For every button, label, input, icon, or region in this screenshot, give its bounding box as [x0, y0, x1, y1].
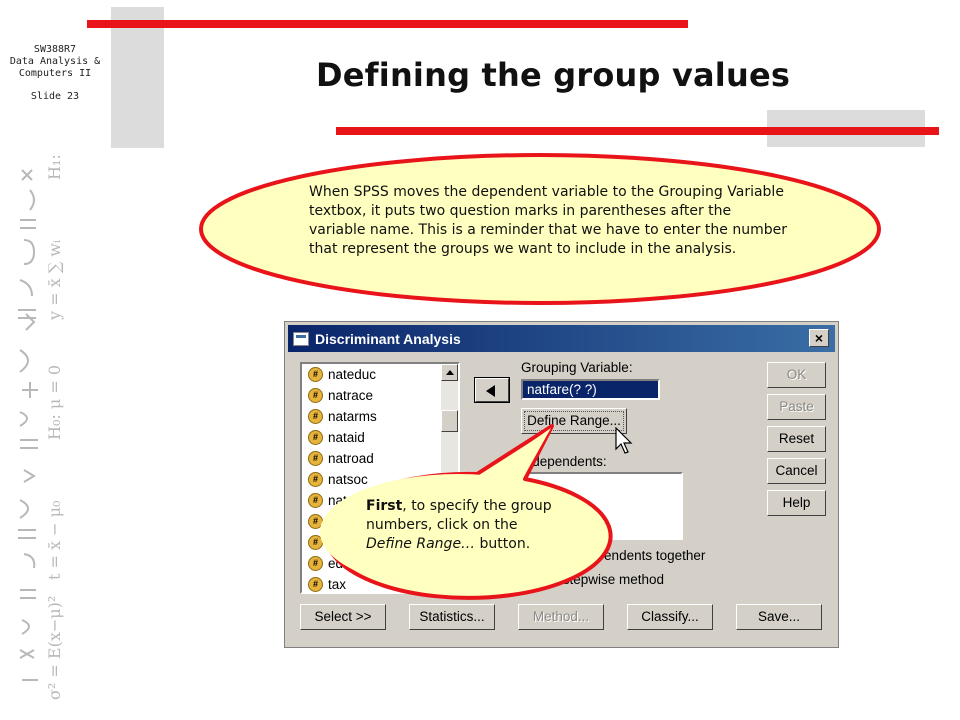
variable-label: natrace: [328, 388, 374, 403]
numeric-variable-icon: #: [308, 430, 323, 445]
grouping-variable-field[interactable]: natfare(? ?): [521, 379, 660, 400]
numeric-variable-icon: #: [308, 472, 323, 487]
variable-item[interactable]: # natarms: [302, 406, 458, 427]
variable-item[interactable]: # natrace: [302, 385, 458, 406]
dialog-titlebar: Discriminant Analysis ×: [288, 325, 835, 352]
variable-list-scrollbar[interactable]: [441, 364, 458, 592]
stepwise-method-option[interactable]: Use stepwise method: [535, 572, 664, 587]
close-button[interactable]: ×: [809, 329, 829, 347]
bottom-callout-text: First, to specify the group numbers, cli…: [366, 497, 566, 554]
numeric-variable-icon: #: [308, 514, 323, 529]
variable-item[interactable]: # natsoc: [302, 469, 458, 490]
dialog-title: Discriminant Analysis: [315, 330, 461, 347]
variable-label: natsoc: [328, 472, 368, 487]
variable-item[interactable]: # natroad: [302, 448, 458, 469]
paste-button[interactable]: Paste: [767, 394, 826, 420]
define-range-button[interactable]: Define Range...: [521, 408, 627, 434]
ok-button[interactable]: OK: [767, 362, 826, 388]
independents-label: Independents:: [521, 454, 607, 469]
slide-title: Defining the group values: [316, 56, 791, 94]
svg-text:σ² = E(x−μ)²: σ² = E(x−μ)²: [45, 596, 64, 700]
numeric-variable-icon: #: [308, 535, 323, 550]
cancel-button[interactable]: Cancel: [767, 458, 826, 484]
course-title-line-1: Data Analysis &: [9, 56, 101, 67]
svg-text:H₀: μ = 0: H₀: μ = 0: [45, 365, 64, 440]
numeric-variable-icon: #: [308, 388, 323, 403]
classify-button[interactable]: Classify...: [627, 604, 713, 630]
svg-text:H₁: μ < 0: H₁: μ < 0: [45, 150, 64, 180]
window-icon: [293, 331, 309, 346]
bottom-callout-bold: First: [366, 498, 403, 514]
variable-item[interactable]: # educ: [302, 553, 458, 574]
variable-label: natarms: [328, 409, 377, 424]
red-decor-bar-top: [87, 20, 688, 28]
top-callout-text: When SPSS moves the dependent variable t…: [309, 184, 787, 257]
method-button[interactable]: Method...: [518, 604, 604, 630]
slide-number: Slide 23: [30, 91, 80, 102]
variable-item[interactable]: # tax: [302, 574, 458, 592]
numeric-variable-icon: #: [308, 577, 323, 592]
discriminant-analysis-dialog: Discriminant Analysis × # nateduc # natrac…: [284, 321, 839, 648]
course-info: SW388R7 Data Analysis & Computers II Sli…: [2, 44, 108, 103]
numeric-variable-icon: #: [308, 493, 323, 508]
mouse-pointer-icon: [615, 427, 633, 454]
bottom-callout-part-2: button.: [475, 536, 531, 552]
variable-item[interactable]: # nateduc: [302, 364, 458, 385]
move-to-grouping-arrow-button[interactable]: [474, 377, 510, 403]
save-button[interactable]: Save...: [736, 604, 822, 630]
numeric-variable-icon: #: [308, 556, 323, 571]
gray-decor-bar-left: [111, 7, 164, 148]
variable-label: nateduc: [328, 367, 377, 382]
numeric-variable-icon: #: [308, 451, 323, 466]
numeric-variable-icon: #: [308, 409, 323, 424]
scroll-up-button[interactable]: [441, 364, 458, 381]
reset-button[interactable]: Reset: [767, 426, 826, 452]
course-code: SW388R7: [33, 44, 77, 55]
scroll-thumb[interactable]: [441, 410, 458, 432]
variable-label: educ: [328, 556, 358, 571]
select-button[interactable]: Select >>: [300, 604, 386, 630]
variable-label: tax: [328, 577, 347, 592]
red-decor-bar-middle: [336, 127, 939, 135]
svg-text:t = x̄ − μ₀: t = x̄ − μ₀: [45, 501, 64, 580]
bottom-callout-italic: Define Range…: [366, 536, 476, 552]
course-title-line-2: Computers II: [18, 68, 92, 79]
numeric-variable-icon: #: [308, 367, 323, 382]
grouping-variable-label: Grouping Variable:: [521, 360, 633, 375]
svg-text:y = x̄ ∑ wᵢ: y = x̄ ∑ wᵢ: [45, 240, 64, 321]
variable-list[interactable]: # nateduc # natrace # natarms # nataid # natr…: [300, 362, 460, 594]
variable-item[interactable]: # nataid: [302, 427, 458, 448]
help-button[interactable]: Help: [767, 490, 826, 516]
statistics-button[interactable]: Statistics...: [409, 604, 495, 630]
variable-label: nataid: [328, 430, 365, 445]
formula-watermark: H₁: μ < 0 y = x̄ ∑ wᵢ H₀: μ = 0 t = x̄ −…: [0, 150, 80, 710]
variable-label: natroad: [328, 451, 374, 466]
